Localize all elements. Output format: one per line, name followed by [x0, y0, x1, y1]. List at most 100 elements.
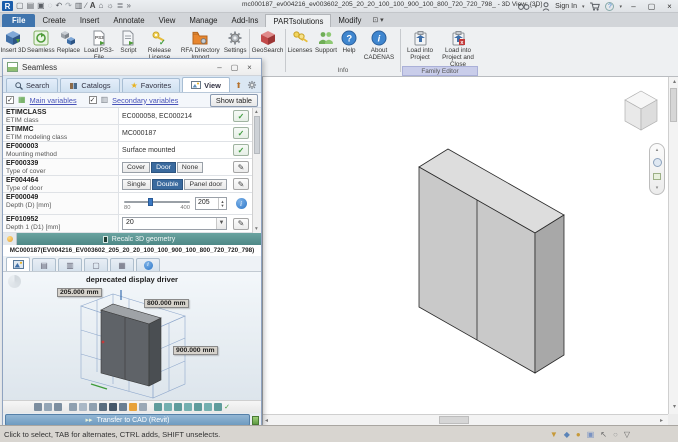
measure-icon[interactable]: ∕ [85, 1, 86, 11]
maximize-button[interactable]: ▢ [645, 2, 658, 11]
open-icon[interactable]: ▤ [27, 1, 35, 11]
recalc-3d-geometry-button[interactable]: Recalc 3D geometry [17, 233, 261, 245]
tab-file[interactable]: File [2, 14, 35, 27]
navbar-collapse-icon[interactable]: ▴ [656, 147, 659, 153]
view-side-icon[interactable] [44, 403, 52, 411]
tab-favorites[interactable]: ★ Favorites [122, 78, 181, 92]
tab-preview-3d[interactable] [6, 257, 30, 271]
editable-only-icon[interactable]: ● [576, 430, 581, 439]
option-panel-door[interactable]: Panel door [184, 179, 227, 190]
tab-partsolutions[interactable]: PARTsolutions [265, 14, 331, 27]
table-scroll-up-icon[interactable]: ▴ [255, 109, 258, 115]
redo-icon[interactable]: ↷ [65, 1, 72, 11]
settings-button[interactable]: Settings [222, 27, 248, 54]
tab-modify[interactable]: Modify [331, 14, 368, 27]
load-into-project-and-close-button[interactable]: x Load into Project and Close [438, 27, 478, 68]
rotate-left-icon[interactable] [184, 403, 192, 411]
zoom-fit-icon[interactable] [89, 403, 97, 411]
default-3d-view-icon[interactable]: ⌂ [99, 1, 104, 11]
dialog-minimize-button[interactable]: – [212, 63, 227, 72]
preview-pane[interactable]: deprecated display driver 205.000 mm 800… [3, 272, 261, 400]
save-icon[interactable]: ▣ [37, 1, 45, 11]
secondary-variables-checkbox[interactable]: ✓ [89, 96, 97, 104]
user-icon[interactable] [542, 2, 550, 11]
show-table-button[interactable]: Show table [210, 94, 258, 107]
search-dropdown-icon[interactable]: ▾ [535, 4, 538, 10]
navbar-expand-icon[interactable]: ▾ [656, 185, 659, 191]
geosearch-button[interactable]: GeoSearch [251, 27, 284, 54]
worksets-icon[interactable]: ▼ [550, 430, 558, 439]
option-door[interactable]: Door [151, 162, 176, 173]
depth-spinbox[interactable]: 205 ▲▼ [195, 197, 227, 210]
dialog-close-button[interactable]: × [242, 63, 257, 72]
apply-check-icon[interactable]: ✓ [224, 403, 230, 411]
table-scrollbar[interactable]: ▴ ▾ [252, 108, 261, 233]
tab-table[interactable]: ▦ [110, 258, 134, 271]
main-variables-link[interactable]: Main variables [30, 96, 77, 105]
render-mode-active-icon[interactable] [129, 403, 137, 411]
rfa-directory-import-button[interactable]: RFA Directory Import [178, 27, 222, 61]
release-license-button[interactable]: ✓ Release License [141, 27, 178, 61]
tab-info[interactable]: i [136, 258, 160, 271]
table-row-etimmc[interactable]: ETIMMCETIM modeling class MC000187 ✓ [3, 125, 252, 142]
render-shaded-icon[interactable] [99, 403, 107, 411]
export-icon[interactable] [252, 416, 259, 425]
render-hidden-line-icon[interactable] [119, 403, 127, 411]
sign-in-label[interactable]: Sign In [555, 3, 577, 10]
scroll-down-icon[interactable]: ▾ [673, 403, 676, 410]
search-icon[interactable] [518, 3, 530, 11]
text-icon[interactable]: A [90, 1, 96, 11]
thin-lines-icon[interactable]: ≣ [117, 1, 124, 11]
load-into-project-button[interactable]: Load into Project [402, 27, 438, 61]
support-button[interactable]: Support [313, 27, 339, 54]
tab-add-ins[interactable]: Add-Ins [225, 14, 266, 27]
accept-check-button[interactable]: ✓ [233, 144, 249, 156]
view-front-icon[interactable] [34, 403, 42, 411]
table-row-depth1[interactable]: EF010952Depth 1 (D1) [mm] 20 ▼ ✎ [3, 215, 252, 233]
preview-toolbar[interactable]: ✓ [3, 400, 261, 413]
dialog-title-bar[interactable]: Seamless – ▢ × [3, 59, 261, 76]
tab-create[interactable]: Create [35, 14, 72, 27]
reset-view-icon[interactable] [214, 403, 222, 411]
up-arrow-icon[interactable]: ⬆ [235, 81, 242, 90]
animate-icon[interactable] [204, 403, 212, 411]
scroll-left-icon[interactable]: ◂ [265, 417, 268, 424]
script-button[interactable]: Script [116, 27, 141, 54]
table-row-depth[interactable]: EF000049Depth (D) [mm] 80400 205 ▲▼ [3, 193, 252, 215]
section-icon[interactable] [139, 403, 147, 411]
zoom-tool-icon[interactable] [653, 173, 661, 180]
options-button[interactable] [3, 233, 17, 245]
option-cover[interactable]: Cover [122, 162, 150, 173]
replace-button[interactable]: Replace [55, 27, 82, 54]
print-icon[interactable]: ▥ [75, 1, 83, 11]
horizontal-scrollbar[interactable]: ◂ ▸ [263, 414, 669, 425]
render-wireframe-icon[interactable] [109, 403, 117, 411]
undo-icon[interactable]: ↶ [55, 1, 62, 11]
exclude-options-icon[interactable]: ▣ [587, 430, 595, 439]
scroll-up-icon[interactable]: ▴ [673, 78, 676, 85]
view-cube[interactable] [615, 83, 667, 139]
minimize-button[interactable]: – [627, 2, 640, 11]
tab-insert[interactable]: Insert [73, 14, 107, 27]
secondary-variables-link[interactable]: Secondary variables [112, 96, 178, 105]
switch-windows-icon[interactable]: ▢ [16, 1, 24, 11]
dialog-gear-icon[interactable] [247, 80, 257, 90]
help-dropdown-icon[interactable]: ▾ [619, 4, 622, 10]
rotate-right-icon[interactable] [194, 403, 202, 411]
main-variables-checkbox[interactable]: ✓ [6, 96, 14, 104]
view-top-icon[interactable] [54, 403, 62, 411]
dropdown-arrow-icon[interactable]: ▼ [216, 218, 226, 229]
sync-icon[interactable]: ◌ [48, 1, 53, 11]
option-single[interactable]: Single [122, 179, 151, 190]
accept-check-button[interactable]: ✓ [233, 127, 249, 139]
table-scroll-thumb[interactable] [254, 116, 260, 154]
tab-annotate[interactable]: Annotate [106, 14, 151, 27]
accept-check-button[interactable]: ✓ [233, 110, 249, 122]
insert-3d-button[interactable]: Insert 3D [0, 27, 27, 54]
qat-more-icon[interactable]: » [126, 1, 130, 11]
info-button[interactable]: i [236, 198, 247, 209]
depth-slider[interactable]: 80400 [122, 197, 192, 211]
rotate-z-icon[interactable] [174, 403, 182, 411]
about-cadenas-button[interactable]: i About CADENAS [359, 27, 399, 61]
zoom-out-icon[interactable] [79, 403, 87, 411]
